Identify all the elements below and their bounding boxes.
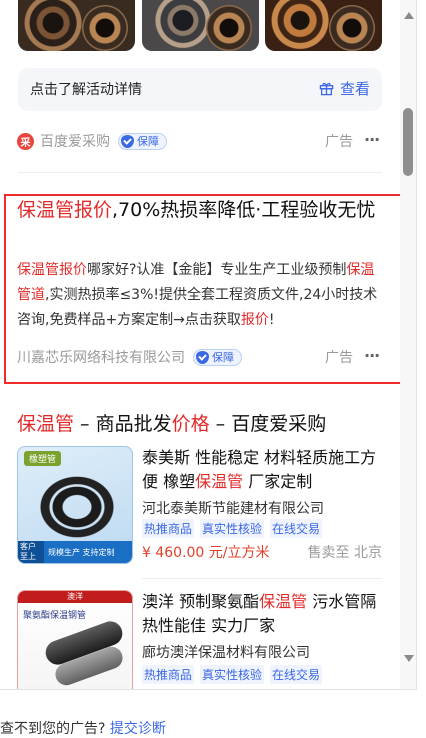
product-tags-2: 热推商品 真实性核验 在线交易	[142, 665, 323, 684]
product-image-1[interactable]: 橡塑管 规模生产 支持定制 客户至上	[17, 446, 133, 564]
divider	[18, 172, 382, 173]
shield-check-icon	[196, 350, 209, 364]
thumbnail-strip	[18, 0, 382, 52]
ad2-desc-2: ,实测热损率≤3%!提供全套工程资质文件,24小时技术咨询,免费样品+方案定制→…	[17, 287, 378, 328]
diagnosis-footer: 查不到您的广告? 提交诊断	[0, 718, 166, 738]
gift-icon	[319, 82, 334, 96]
product-company-2[interactable]: 廊坊澳洋保温材料有限公司	[142, 642, 310, 662]
view-button[interactable]: 查看	[319, 78, 370, 99]
divider	[142, 578, 382, 579]
product-title-2[interactable]: 澳洋 预制聚氨酯保温管 污水管隔热性能佳 实力厂家	[142, 590, 384, 638]
ad2-title-rest: ,70%热损率降低·工程验收无忧	[112, 199, 376, 221]
ad2-title[interactable]: 保温管报价,70%热损率降低·工程验收无忧	[17, 197, 382, 224]
rubber-tube-coil	[36, 473, 118, 541]
ad2-title-highlight: 保温管报价	[17, 199, 113, 221]
ad2-desc-hl-3: 报价	[240, 312, 269, 328]
section-title-hl-1: 保温管	[17, 413, 75, 435]
ad2-description[interactable]: 保温管报价哪家好?认准【金能】专业生产工业级预制保温管道,实测热损率≤3%!提供…	[17, 258, 387, 333]
product-title-1[interactable]: 泰美斯 性能稳定 材料轻质施工方便 橡塑保温管 厂家定制	[142, 446, 384, 494]
product-tags-1: 热推商品 真实性核验 在线交易	[142, 519, 323, 538]
ad1-guarantee-badge[interactable]: 保障	[118, 132, 167, 150]
ad2-desc-hl-1: 保温管报价	[17, 262, 87, 278]
aicaigou-logo-icon: 采	[17, 132, 34, 150]
product-image-2[interactable]: 澳洋 聚氨酯保温钢管	[17, 590, 133, 689]
section-title-hl-2: 价格	[171, 413, 210, 435]
ad2-desc-3: !	[268, 312, 275, 328]
scroll-up-arrow-icon[interactable]	[404, 12, 414, 19]
product-company-1[interactable]: 河北泰美斯节能建材有限公司	[142, 498, 324, 518]
ad1-source[interactable]: 百度爱采购	[40, 131, 110, 151]
product-seller-1: 售卖至 北京	[307, 545, 382, 561]
section-title-mid: – 商品批发	[74, 413, 172, 435]
ad2-guarantee-badge[interactable]: 保障	[193, 348, 242, 366]
pipe-thumbnail-3[interactable]	[265, 0, 382, 51]
ad2-ad-label: 广告	[325, 350, 353, 366]
vertical-scrollbar[interactable]	[400, 0, 416, 689]
ad2-desc-1: 哪家好?认准【金能】专业生产工业级预制	[87, 262, 347, 278]
product-image-subtitle: 聚氨酯保温钢管	[23, 611, 87, 621]
ad1-source-row: 采 百度爱采购 保障	[17, 131, 167, 151]
product-title-post: 厂家定制	[243, 472, 313, 491]
product-card-1[interactable]: 橡塑管 规模生产 支持定制 客户至上 泰美斯 性能稳定 材料轻质施工方便 橡塑保…	[17, 446, 382, 571]
product-tag: 真实性核验	[200, 665, 265, 684]
ad1-badge-label: 保障	[137, 135, 159, 148]
submit-diagnosis-link[interactable]: 提交诊断	[110, 721, 166, 737]
product-title-hl: 保温管	[195, 472, 244, 491]
ad2-more-icon[interactable]: ···	[364, 346, 380, 365]
activity-text: 点击了解活动详情	[30, 82, 142, 98]
ad-feed-frame: 点击了解活动详情 查看 采 百度爱采购 保障 广告 ··· 保温管报价,70%热…	[0, 0, 417, 690]
ad2-source-row: 川嘉芯乐网络科技有限公司 保障	[17, 347, 242, 367]
product-tag: 在线交易	[270, 665, 323, 684]
product-title-hl: 保温管	[259, 592, 308, 611]
ad1-ad-label: 广告	[325, 134, 353, 150]
product-image-footer-left: 客户至上	[18, 541, 44, 563]
footer-text: 查不到您的广告?	[0, 721, 106, 737]
pipe-thumbnail-2[interactable]	[142, 0, 259, 51]
pipe-thumbnail-1[interactable]	[18, 0, 135, 51]
activity-banner[interactable]: 点击了解活动详情 查看	[18, 68, 382, 111]
product-tag: 热推商品	[142, 519, 195, 538]
scrollbar-thumb[interactable]	[403, 108, 413, 176]
view-button-label: 查看	[339, 80, 370, 98]
ad2-source[interactable]: 川嘉芯乐网络科技有限公司	[17, 347, 185, 367]
product-tag: 热推商品	[142, 665, 195, 684]
product-tag: 在线交易	[270, 519, 323, 538]
product-title-pre: 澳洋 预制聚氨酯	[142, 592, 260, 611]
ad2-badge-label: 保障	[212, 351, 234, 364]
product-card-2[interactable]: 澳洋 聚氨酯保温钢管 澳洋 预制聚氨酯保温管 污水管隔热性能佳 实力厂家 廊坊澳…	[17, 590, 384, 689]
product-image-tag: 橡塑管	[24, 451, 62, 466]
product-image-header: 澳洋	[18, 591, 132, 603]
section-title-end: – 百度爱采购	[209, 413, 327, 435]
product-tag: 真实性核验	[200, 519, 265, 538]
product-price-1: ¥ 460.00 元/立方米	[142, 545, 270, 561]
scroll-down-arrow-icon[interactable]	[404, 655, 414, 662]
ad1-more-icon[interactable]: ···	[364, 130, 380, 149]
shield-check-icon	[121, 134, 134, 148]
section-title[interactable]: 保温管 – 商品批发价格 – 百度爱采购	[17, 409, 326, 436]
